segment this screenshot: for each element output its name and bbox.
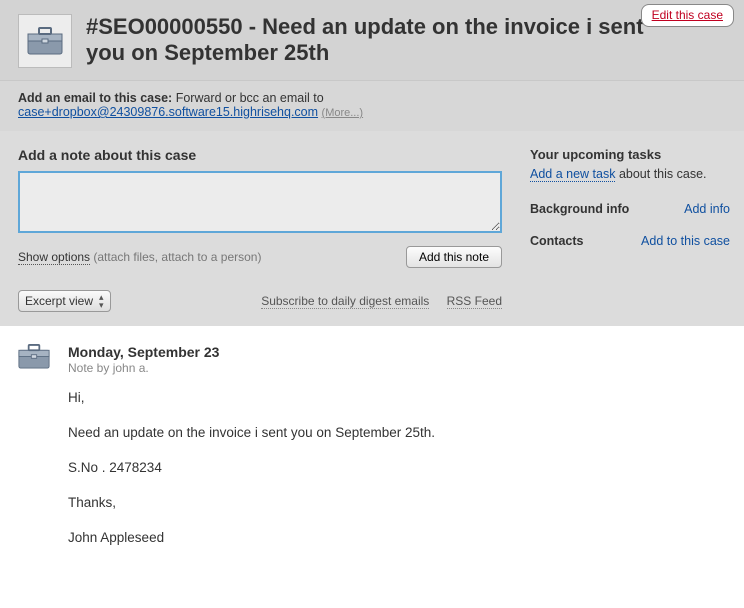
note-textarea[interactable] [18, 171, 502, 233]
email-bar-label: Add an email to this case: [18, 91, 172, 105]
add-background-info-link[interactable]: Add info [684, 202, 730, 216]
left-column: Add a note about this case Show options … [0, 131, 520, 326]
updown-icon: ▴▾ [99, 293, 104, 309]
edit-case-link[interactable]: Edit this case [652, 8, 723, 22]
email-bar-instruction: Forward or bcc an email to [172, 91, 323, 105]
show-options-wrap: Show options (attach files, attach to a … [18, 250, 261, 264]
view-toolbar: Excerpt view ▴▾ Subscribe to daily diges… [18, 290, 502, 312]
main-area: Add a note about this case Show options … [0, 131, 744, 326]
add-task-suffix: about this case. [615, 167, 706, 181]
contacts-heading: Contacts [530, 234, 583, 248]
case-icon-box [18, 14, 72, 68]
rss-feed-link[interactable]: RSS Feed [447, 294, 502, 309]
edit-case-pill: Edit this case [641, 4, 734, 27]
dropbox-email-link[interactable]: case+dropbox@24309876.software15.highris… [18, 105, 318, 119]
note-paragraph: Need an update on the invoice i sent you… [68, 424, 468, 443]
add-note-heading: Add a note about this case [18, 147, 502, 163]
upcoming-tasks-heading: Your upcoming tasks [530, 147, 730, 162]
note-paragraph: John Appleseed [68, 529, 468, 548]
note-date: Monday, September 23 [68, 344, 726, 360]
note-content: Hi, Need an update on the invoice i sent… [68, 389, 726, 547]
note-paragraph: Thanks, [68, 494, 468, 513]
show-options-hint: (attach files, attach to a person) [90, 250, 261, 264]
email-forward-bar: Add an email to this case: Forward or bc… [0, 80, 744, 131]
email-bar-more[interactable]: (More...) [322, 107, 364, 119]
note-thread: Monday, September 23 Note by john a. Hi,… [0, 326, 744, 593]
briefcase-icon [27, 27, 63, 55]
view-mode-select[interactable]: Excerpt view ▴▾ [18, 290, 111, 312]
subscribe-digest-link[interactable]: Subscribe to daily digest emails [261, 294, 429, 309]
add-contact-link[interactable]: Add to this case [641, 234, 730, 248]
show-options-link[interactable]: Show options [18, 250, 90, 265]
note-paragraph: Hi, [68, 389, 468, 408]
right-column: Your upcoming tasks Add a new task about… [520, 131, 744, 326]
add-note-button[interactable]: Add this note [406, 246, 502, 268]
view-mode-label: Excerpt view [25, 294, 93, 308]
background-info-heading: Background info [530, 202, 629, 216]
case-title: #SEO00000550 - Need an update on the inv… [86, 14, 666, 67]
case-header: Edit this case #SEO00000550 - Need an up… [0, 0, 744, 80]
note-paragraph: S.No . 2478234 [68, 459, 468, 478]
briefcase-icon [18, 344, 50, 369]
add-task-link[interactable]: Add a new task [530, 167, 615, 182]
note-author-meta: Note by john a. [68, 361, 726, 375]
